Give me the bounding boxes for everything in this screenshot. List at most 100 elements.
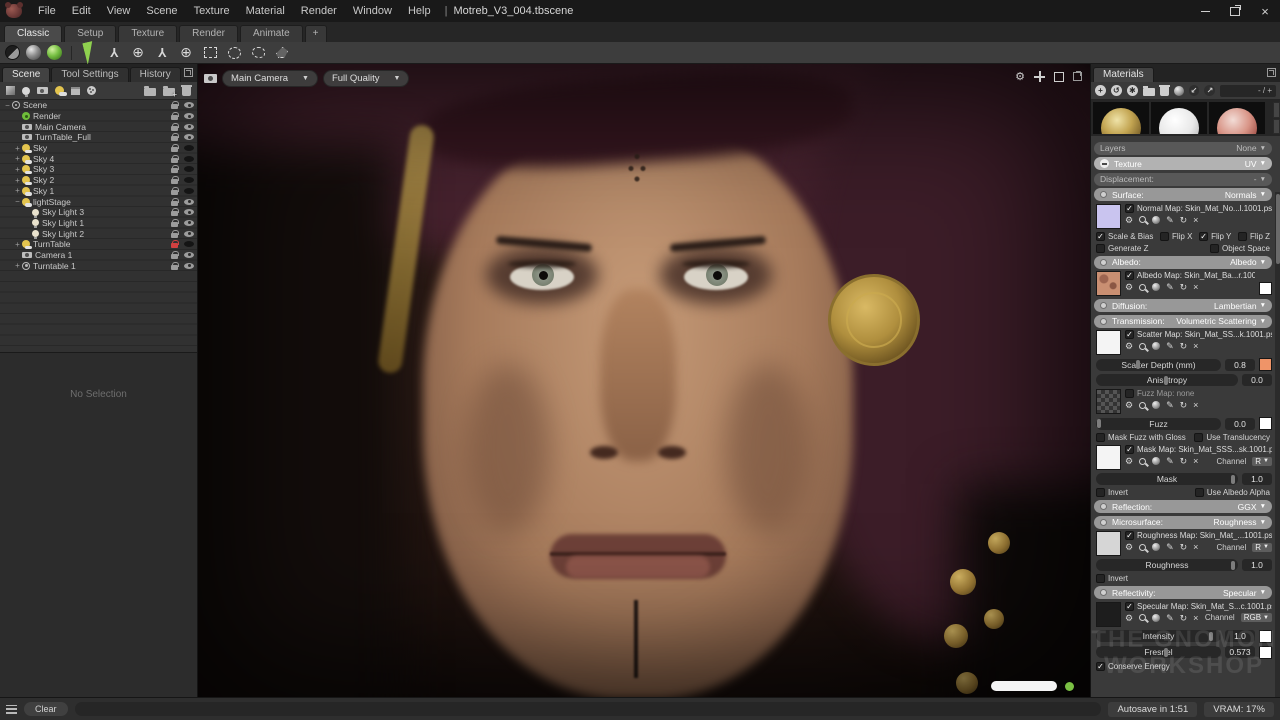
section-toggle-icon[interactable] [1100,259,1107,266]
clear-map-icon[interactable]: × [1193,613,1198,623]
edit-icon[interactable]: ✎ [1166,542,1174,552]
tree-item-sky-2[interactable]: +Sky 2 [0,175,197,186]
map-thumbnail[interactable] [1096,389,1121,414]
slider-knob[interactable] [1231,561,1235,570]
tree-item-sky-light-3[interactable]: Sky Light 3 [0,207,197,218]
section-header-displacement[interactable]: Displacement:- ▼ [1094,173,1272,186]
preview-sphere-icon[interactable] [1152,543,1160,551]
edit-icon[interactable]: ✎ [1166,282,1174,292]
slider-fuzz[interactable]: Fuzz [1096,418,1221,430]
tab-scene[interactable]: Scene [2,67,50,82]
minimize-button[interactable] [1190,0,1220,22]
eye-icon[interactable] [184,145,194,151]
duplicate-material-icon[interactable]: ↺ [1111,85,1122,96]
slider-anisotropy[interactable]: Anisotropy [1096,374,1238,386]
checkbox-flip-z[interactable]: Flip Z [1238,232,1270,241]
lock-icon[interactable] [171,101,178,109]
scene-popout-icon[interactable] [184,68,193,77]
expander-icon[interactable]: + [13,261,22,270]
lock-icon[interactable] [171,176,178,184]
slider-knob[interactable] [1164,376,1168,385]
lock-icon[interactable] [171,230,178,238]
expander-icon[interactable]: + [13,154,22,163]
channel-select[interactable]: R▼ [1252,457,1272,466]
section-mode-select[interactable]: Roughness ▼ [1214,517,1266,527]
log-menu-icon[interactable] [6,705,17,714]
menu-render[interactable]: Render [293,0,345,22]
section-header-reflectivity[interactable]: Reflectivity:Specular ▼ [1094,586,1272,599]
load-material-icon[interactable]: ↙ [1189,85,1200,96]
lock-icon[interactable] [171,240,178,248]
viewport-move-icon[interactable] [1034,71,1045,82]
tab-render[interactable]: Render [179,25,238,42]
polygon-lasso-tool-icon[interactable] [273,44,291,62]
lock-icon[interactable] [171,112,178,120]
slider-mask[interactable]: Mask [1096,473,1238,485]
color-swatch[interactable] [1259,417,1272,430]
transform-tool-icon[interactable]: ⊕ [177,44,195,62]
color-swatch[interactable] [1259,646,1272,659]
material-folder-icon[interactable] [1143,88,1155,96]
add-object-icon[interactable] [6,86,15,95]
add-camera-icon[interactable] [37,87,48,94]
eye-icon[interactable] [184,199,194,205]
menu-scene[interactable]: Scene [138,0,185,22]
expander-icon[interactable]: − [13,197,22,206]
checkbox-use-translucency[interactable]: Use Translucency [1194,433,1270,442]
delete-icon[interactable] [182,87,191,96]
expander-icon[interactable]: + [13,186,22,195]
tab-materials[interactable]: Materials [1093,67,1154,82]
search-icon[interactable] [1139,402,1146,409]
lock-icon[interactable] [171,251,178,259]
eye-icon[interactable] [184,188,194,194]
add-material-icon[interactable] [87,86,96,95]
collapse-icon[interactable] [1100,159,1109,168]
map-enabled-checkbox[interactable]: ✓ [1125,271,1134,280]
eye-icon[interactable] [184,134,194,140]
save-material-icon[interactable]: ↗ [1204,85,1215,96]
tree-item-sky-4[interactable]: +Sky 4 [0,153,197,164]
group-icon[interactable] [163,88,175,96]
preview-sphere-icon[interactable] [1152,614,1160,622]
lock-icon[interactable] [171,208,178,216]
channel-select[interactable]: RGB▼ [1241,613,1272,622]
tab-classic[interactable]: Classic [4,25,62,42]
quality-select[interactable]: Full Quality ▼ [323,70,409,87]
tab-animate[interactable]: Animate [240,25,303,42]
clear-map-icon[interactable]: × [1193,282,1198,292]
tree-item-sky-1[interactable]: +Sky 1 [0,186,197,197]
section-mode-select[interactable]: Normals ▼ [1225,190,1266,200]
slider-knob[interactable] [1231,475,1235,484]
add-sky-icon[interactable] [55,86,64,95]
edit-icon[interactable]: ✎ [1166,215,1174,225]
lock-icon[interactable] [171,262,178,270]
edit-icon[interactable]: ✎ [1166,400,1174,410]
tree-item-main-camera[interactable]: Main Camera [0,121,197,132]
section-header-microsurface[interactable]: Microsurface:Roughness ▼ [1094,516,1272,529]
clear-map-icon[interactable]: × [1193,215,1198,225]
marquee-ellipse-tool-icon[interactable] [225,44,243,62]
material-pick-icon[interactable] [1174,86,1184,96]
map-thumbnail[interactable] [1096,531,1121,556]
preview-sphere-icon[interactable] [1152,342,1160,350]
section-mode-select[interactable]: UV ▼ [1245,159,1266,169]
menu-view[interactable]: View [99,0,139,22]
new-material-icon[interactable]: + [1095,85,1106,96]
clear-map-icon[interactable]: × [1193,542,1198,552]
material-sphere-icon[interactable] [47,45,62,60]
section-header-texture[interactable]: TextureUV ▼ [1094,157,1272,170]
checkbox-conserve-energy[interactable]: ✓Conserve Energy [1096,662,1170,671]
expander-icon[interactable]: + [13,240,22,249]
wireframe-sphere-icon[interactable] [5,45,20,60]
tree-item-sky-3[interactable]: +Sky 3 [0,164,197,175]
checkbox-flip-y[interactable]: ✓Flip Y [1199,232,1231,241]
material-settings-icon[interactable]: ✱ [1127,85,1138,96]
texture-map-row[interactable]: ✓Mask Map: Skin_Mat_SSS...sk.1001.psd⚙✎↻… [1096,445,1272,470]
lock-icon[interactable] [171,187,178,195]
tab-history[interactable]: History [130,67,181,82]
lock-icon[interactable] [171,133,178,141]
expander-icon[interactable]: − [3,101,12,110]
new-folder-icon[interactable] [144,88,156,96]
map-thumbnail[interactable] [1096,271,1121,296]
material-thumb-white[interactable] [1151,102,1207,134]
